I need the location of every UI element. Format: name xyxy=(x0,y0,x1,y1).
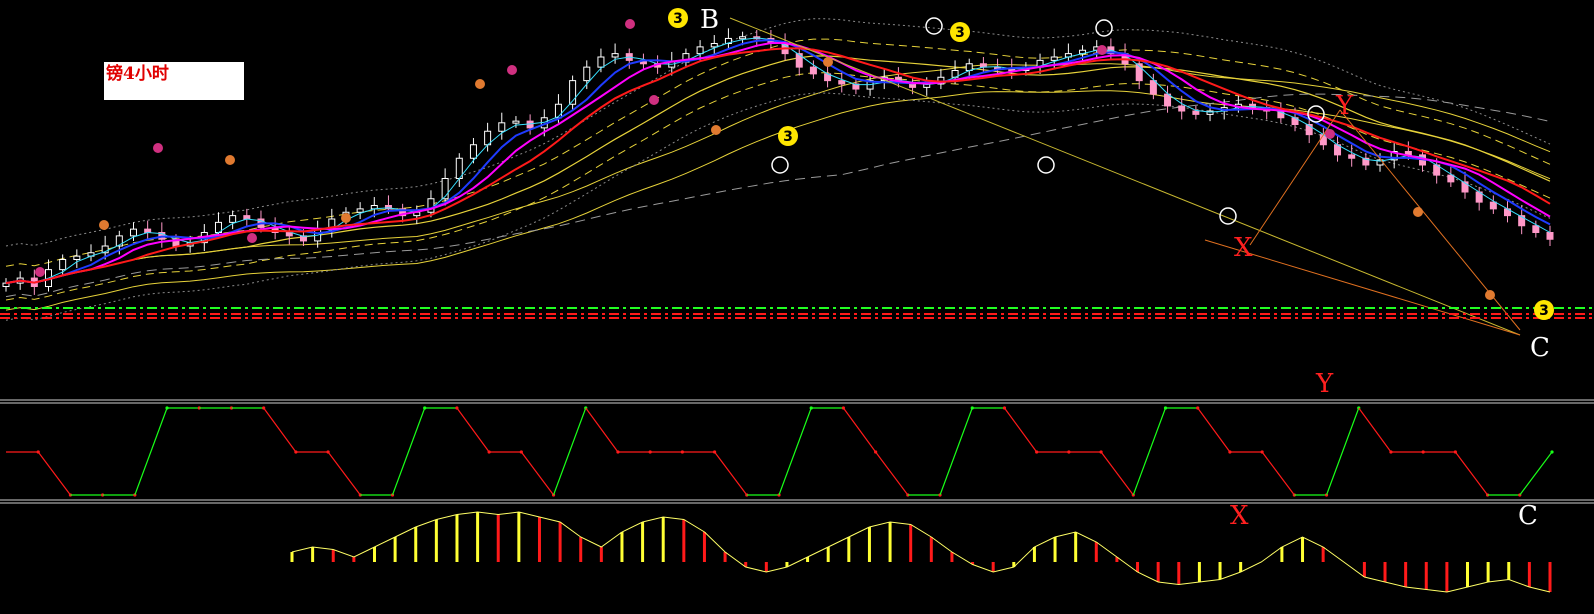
oscillator-segment xyxy=(1261,451,1295,496)
candle-body xyxy=(597,56,605,68)
signal-dot xyxy=(225,155,235,165)
candle-body xyxy=(583,66,591,82)
oscillator-segment xyxy=(263,407,297,453)
signal-dot xyxy=(507,65,517,75)
candle-body xyxy=(611,53,619,58)
oscillator-segment xyxy=(327,451,361,496)
pivot-circle xyxy=(925,17,943,35)
signal-dot xyxy=(99,220,109,230)
oscillator-label: C xyxy=(1518,501,1538,531)
signal-dot xyxy=(1413,207,1423,217)
oscillator-segment xyxy=(456,407,490,453)
candle-body xyxy=(469,144,477,159)
pivot-circle xyxy=(1037,156,1055,174)
oscillator-segment xyxy=(134,407,168,496)
wave-label: Y xyxy=(1335,91,1354,121)
signal-dot xyxy=(475,79,485,89)
envelope-mid xyxy=(5,55,1551,284)
candle-body xyxy=(356,208,364,213)
oscillator-segment xyxy=(1325,407,1360,496)
count-badge-text: 3 xyxy=(673,11,683,27)
candle-body xyxy=(1546,232,1554,240)
signal-dot xyxy=(711,125,721,135)
candle-body xyxy=(838,80,846,85)
oscillator-point xyxy=(1550,450,1554,454)
count-badge-text: 3 xyxy=(783,129,793,145)
oscillator-segment xyxy=(1454,451,1489,496)
signal-dot xyxy=(1325,129,1335,139)
candle-body xyxy=(144,228,152,233)
ma-blue xyxy=(5,39,1551,285)
signal-dot xyxy=(35,267,45,277)
candle-body xyxy=(554,103,562,119)
candle-body xyxy=(1532,225,1540,233)
oscillator-segment xyxy=(1132,407,1167,496)
signal-dot xyxy=(153,143,163,153)
wave-label: B xyxy=(700,5,719,35)
candle-body xyxy=(1348,154,1356,159)
candle-body xyxy=(809,66,817,75)
candle-body xyxy=(243,215,251,220)
candle-body xyxy=(1178,105,1186,112)
histogram-signal-line xyxy=(291,511,1551,593)
candle-body xyxy=(59,259,67,271)
candle-body xyxy=(1192,110,1200,115)
oscillator-segment xyxy=(391,407,426,496)
signal-dot xyxy=(341,213,351,223)
oscillator-segment xyxy=(552,407,587,496)
candle-body xyxy=(1447,174,1455,183)
signal-dot xyxy=(649,95,659,105)
chart-canvas: 3 3 3 3 B Y X C Y X C xyxy=(0,5,1594,593)
signal-dot xyxy=(625,19,635,29)
candle-body xyxy=(696,46,704,55)
candle-body xyxy=(1149,80,1157,95)
oscillator-segment xyxy=(842,407,877,453)
candle-body xyxy=(73,255,81,260)
pivot-circle xyxy=(1095,19,1113,37)
candle-body xyxy=(1489,201,1497,210)
price-bands xyxy=(5,18,1551,321)
candle-body xyxy=(1050,56,1058,61)
oscillator-segment xyxy=(1197,407,1231,453)
candle-body xyxy=(229,215,237,223)
histogram xyxy=(290,511,1552,593)
bollinger-upper xyxy=(5,18,1551,247)
ma-cyan xyxy=(5,37,1551,284)
wave-label: C xyxy=(1530,333,1550,363)
count-badge-text: 3 xyxy=(955,25,965,41)
candle-body xyxy=(739,36,747,40)
candle-body xyxy=(512,120,520,124)
oscillator-segment xyxy=(1003,407,1038,453)
oscillator-segment xyxy=(37,451,71,496)
count-badge-text: 3 xyxy=(1539,303,1549,319)
oscillator-segment xyxy=(778,407,812,496)
oscillator-label: X xyxy=(1230,501,1249,531)
oscillator-segment xyxy=(939,407,973,496)
candle-body xyxy=(1164,93,1172,107)
step-oscillator: Y X C xyxy=(0,369,1594,531)
oscillator-segment xyxy=(875,451,909,496)
wave-label: X xyxy=(1234,233,1253,263)
moving-averages xyxy=(5,37,1551,285)
candle-body xyxy=(710,43,718,48)
pivot-circle xyxy=(771,156,789,174)
signal-dot xyxy=(247,233,257,243)
support-lines xyxy=(0,307,1594,319)
oscillator-segment xyxy=(585,407,619,453)
oscillator-segment xyxy=(520,451,555,496)
oscillator-segment xyxy=(714,451,748,496)
candle-body xyxy=(498,122,506,132)
bollinger-lower xyxy=(5,92,1551,321)
candle-body xyxy=(129,228,137,237)
signal-dot xyxy=(823,57,833,67)
signal-dot xyxy=(1485,290,1495,300)
oscillator-label: Y xyxy=(1315,369,1334,399)
oscillator-segment xyxy=(1100,451,1134,496)
oscillator-segment xyxy=(1519,451,1553,496)
ma-magenta xyxy=(5,42,1551,285)
signal-dot xyxy=(1097,45,1107,55)
oscillator-segment xyxy=(1358,407,1392,453)
